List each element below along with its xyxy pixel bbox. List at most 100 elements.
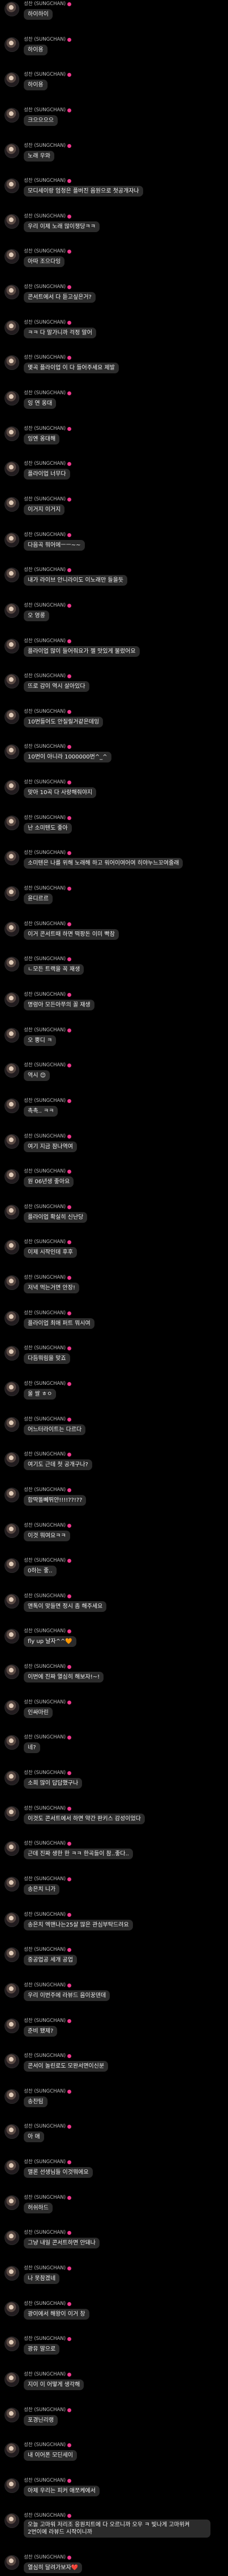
avatar[interactable] <box>5 2160 19 2175</box>
avatar[interactable] <box>5 744 19 760</box>
avatar[interactable] <box>5 957 19 972</box>
avatar[interactable] <box>5 1558 19 1574</box>
sender-name: 성찬 (SUNGCHAN) <box>24 72 72 78</box>
avatar[interactable] <box>5 426 19 441</box>
chat-message: 성찬 (SUNGCHAN) 소희 많이 답답했구나 <box>0 1770 228 1789</box>
avatar[interactable] <box>5 496 19 512</box>
message-text: 오 뿡디 ㅋ <box>24 1035 57 1046</box>
avatar[interactable] <box>5 1593 19 1609</box>
avatar[interactable] <box>5 2337 19 2352</box>
chat-message: 성찬 (SUNGCHAN) 플라이업 최애 퍼트 뭐시여 <box>0 1310 228 1329</box>
avatar[interactable] <box>5 1629 19 1644</box>
avatar[interactable] <box>5 2 19 16</box>
avatar[interactable] <box>5 1310 19 1326</box>
avatar[interactable] <box>5 1169 19 1184</box>
chat-message: 성찬 (SUNGCHAN) 하이용 <box>0 72 228 91</box>
sender-label: 성찬 (SUNGCHAN) <box>24 814 66 821</box>
message-text: 모디세이랑 엄청은 플버진 음원으로 첫공개자나 <box>24 186 143 197</box>
heart-icon <box>67 887 72 891</box>
avatar[interactable] <box>5 1841 19 1856</box>
avatar[interactable] <box>5 2443 19 2458</box>
avatar[interactable] <box>5 461 19 477</box>
sender-name: 성찬 (SUNGCHAN) <box>24 107 72 114</box>
avatar[interactable] <box>5 1063 19 1078</box>
message-body: 성찬 (SUNGCHAN) 뜨로 감이 역시 살아있다 <box>24 673 89 692</box>
avatar[interactable] <box>5 2301 19 2316</box>
avatar[interactable] <box>5 178 19 194</box>
heart-icon <box>67 2556 72 2560</box>
avatar[interactable] <box>5 1134 19 1149</box>
sender-name: 성찬 (SUNGCHAN) <box>24 2124 72 2130</box>
avatar[interactable] <box>5 107 19 123</box>
avatar[interactable] <box>5 638 19 653</box>
message-body: 성찬 (SUNGCHAN) 우리 이제 노래 많이챙당ㅋㅋ <box>24 213 100 232</box>
avatar[interactable] <box>5 391 19 406</box>
avatar[interactable] <box>5 1735 19 1750</box>
avatar[interactable] <box>5 213 19 229</box>
message-text: 10번이 아니라 1000000번^_^ <box>24 752 111 763</box>
avatar[interactable] <box>5 143 19 158</box>
avatar[interactable] <box>5 1452 19 1467</box>
avatar[interactable] <box>5 2266 19 2281</box>
avatar[interactable] <box>5 2513 19 2529</box>
avatar[interactable] <box>5 709 19 724</box>
avatar[interactable] <box>5 2124 19 2139</box>
message-body: 성찬 (SUNGCHAN) 0하는 좋.. <box>24 1558 72 1577</box>
heart-icon <box>67 462 72 467</box>
message-text: 다듬뭐림을 맞죠 <box>24 1353 70 1365</box>
avatar[interactable] <box>5 2478 19 2493</box>
avatar[interactable] <box>5 1381 19 1396</box>
avatar[interactable] <box>5 355 19 371</box>
avatar[interactable] <box>5 851 19 866</box>
avatar[interactable] <box>5 1523 19 1538</box>
avatar[interactable] <box>5 2054 19 2069</box>
message-body: 성찬 (SUNGCHAN) 다음곡 뭐어에ㅡㅡ~~ <box>24 532 85 551</box>
sender-label: 성찬 (SUNGCHAN) <box>24 1097 66 1104</box>
avatar[interactable] <box>5 1275 19 1291</box>
avatar[interactable] <box>5 1982 19 1998</box>
chat-feed[interactable]: 성찬 (SUNGCHAN) 하이하이 성찬 (SUNGCHAN) 하이용 성찬 (SUN… <box>0 0 228 2576</box>
sender-name: 성찬 (SUNGCHAN) <box>24 1275 79 1281</box>
avatar[interactable] <box>5 1947 19 1963</box>
avatar[interactable] <box>5 2089 19 2104</box>
avatar[interactable] <box>5 568 19 583</box>
avatar[interactable] <box>5 1027 19 1043</box>
heart-icon <box>67 2089 72 2094</box>
avatar[interactable] <box>5 320 19 335</box>
chat-message: 성찬 (SUNGCHAN) 아제 우리는 피커 애쪼케에서 <box>0 2478 228 2496</box>
avatar[interactable] <box>5 1240 19 1255</box>
avatar[interactable] <box>5 1098 19 1113</box>
avatar[interactable] <box>5 674 19 689</box>
avatar[interactable] <box>5 603 19 618</box>
avatar[interactable] <box>5 2555 19 2570</box>
sender-label: 성찬 (SUNGCHAN) <box>24 1982 66 1988</box>
avatar[interactable] <box>5 285 19 300</box>
sender-label: 성찬 (SUNGCHAN) <box>24 461 66 467</box>
avatar[interactable] <box>5 1204 19 1219</box>
message-text: 내가 라이브 안니라이도 이노래만 들을듯 <box>24 575 128 586</box>
avatar[interactable] <box>5 1699 19 1715</box>
avatar[interactable] <box>5 1346 19 1361</box>
avatar[interactable] <box>5 532 19 547</box>
avatar[interactable] <box>5 72 19 88</box>
avatar[interactable] <box>5 1912 19 1927</box>
avatar[interactable] <box>5 2407 19 2422</box>
avatar[interactable] <box>5 921 19 936</box>
avatar[interactable] <box>5 886 19 901</box>
avatar[interactable] <box>5 2230 19 2246</box>
avatar[interactable] <box>5 1771 19 1786</box>
avatar[interactable] <box>5 815 19 830</box>
avatar[interactable] <box>5 1806 19 1821</box>
avatar[interactable] <box>5 2195 19 2210</box>
avatar[interactable] <box>5 249 19 264</box>
avatar[interactable] <box>5 780 19 795</box>
avatar[interactable] <box>5 2372 19 2387</box>
avatar[interactable] <box>5 1416 19 1432</box>
avatar[interactable] <box>5 37 19 52</box>
avatar[interactable] <box>5 1664 19 1680</box>
avatar[interactable] <box>5 2018 19 2033</box>
avatar[interactable] <box>5 1876 19 1891</box>
message-text: 중공업공 세개 공업 <box>24 1955 77 1966</box>
avatar[interactable] <box>5 1487 19 1502</box>
avatar[interactable] <box>5 992 19 1007</box>
